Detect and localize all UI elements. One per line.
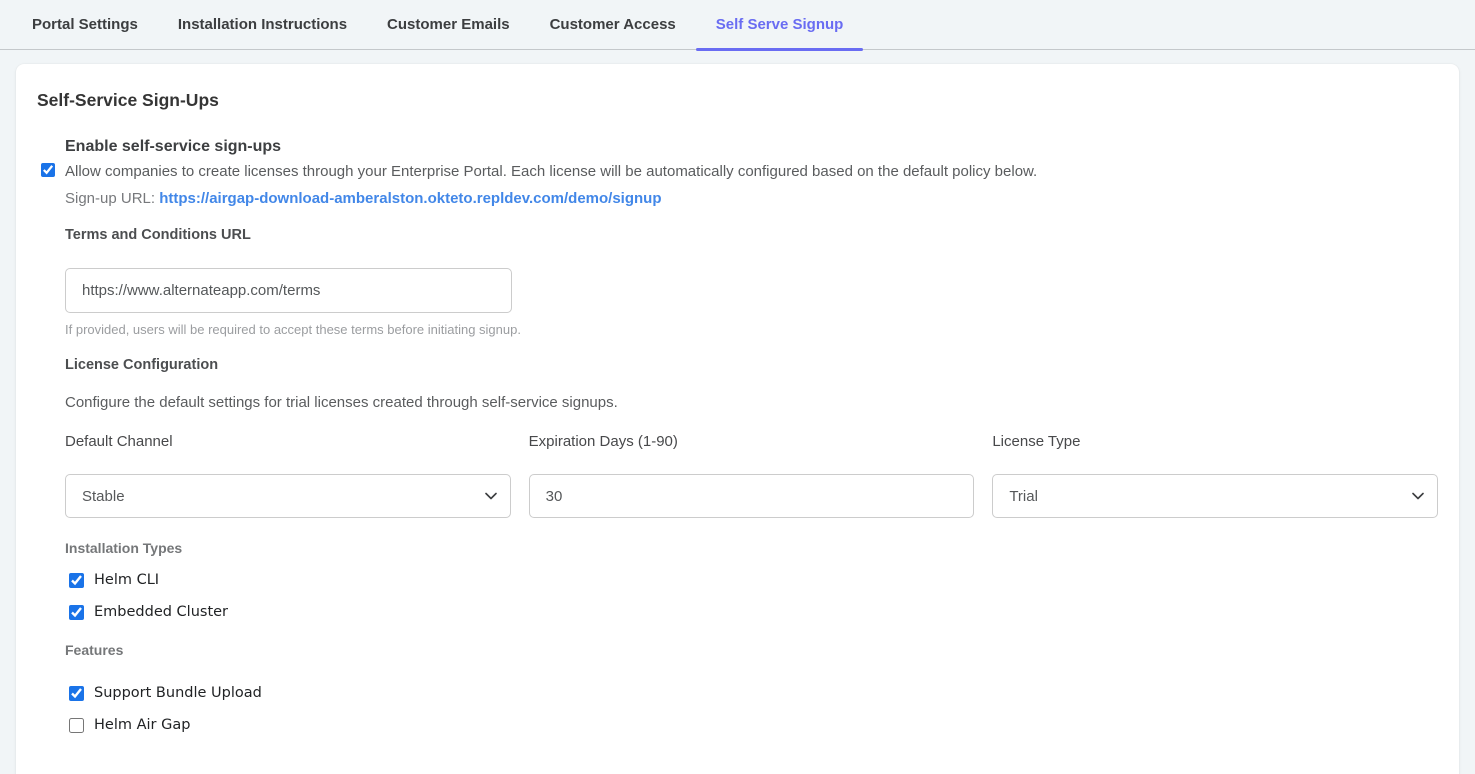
signup-url-link[interactable]: https://airgap-download-amberalston.okte… xyxy=(159,190,661,207)
installation-type-row: Embedded Cluster xyxy=(69,604,1438,620)
license-configuration-description: Configure the default settings for trial… xyxy=(65,394,1438,411)
support-bundle-upload-label[interactable]: Support Bundle Upload xyxy=(94,685,262,701)
tab-self-serve-signup[interactable]: Self Serve Signup xyxy=(696,0,864,49)
embedded-cluster-checkbox[interactable] xyxy=(69,605,84,620)
default-channel-label: Default Channel xyxy=(65,433,511,450)
expiration-days-input[interactable] xyxy=(529,474,975,518)
enable-signups-checkbox[interactable] xyxy=(41,163,55,177)
features-label: Features xyxy=(65,642,1438,658)
terms-url-helper-text: If provided, users will be required to a… xyxy=(65,322,1438,337)
signup-settings-section: Enable self-service sign-ups Allow compa… xyxy=(65,138,1438,733)
signup-url-label: Sign-up URL: xyxy=(65,190,155,207)
terms-url-input[interactable] xyxy=(65,268,512,313)
tab-customer-access[interactable]: Customer Access xyxy=(530,0,696,49)
helm-cli-label[interactable]: Helm CLI xyxy=(94,572,159,588)
tab-portal-settings[interactable]: Portal Settings xyxy=(12,0,158,49)
expiration-days-field: Expiration Days (1-90) xyxy=(529,433,975,518)
installation-types-label: Installation Types xyxy=(65,540,1438,556)
expiration-days-label: Expiration Days (1-90) xyxy=(529,433,975,450)
enable-signups-row: Allow companies to create licenses throu… xyxy=(65,162,1438,207)
license-type-label: License Type xyxy=(992,433,1438,450)
feature-row: Helm Air Gap xyxy=(69,717,1438,733)
license-type-field: License Type Trial xyxy=(992,433,1438,518)
tab-customer-emails[interactable]: Customer Emails xyxy=(367,0,530,49)
helm-air-gap-label[interactable]: Helm Air Gap xyxy=(94,717,190,733)
signup-url-line: Sign-up URL: https://airgap-download-amb… xyxy=(65,190,1438,207)
helm-cli-checkbox[interactable] xyxy=(69,573,84,588)
self-service-signups-card: Self-Service Sign-Ups Enable self-servic… xyxy=(16,64,1459,774)
feature-row: Support Bundle Upload xyxy=(69,685,1438,701)
license-type-select[interactable]: Trial xyxy=(992,474,1438,518)
license-fields-grid: Default Channel Stable Expiration Days (… xyxy=(65,433,1438,518)
support-bundle-upload-checkbox[interactable] xyxy=(69,686,84,701)
settings-tab-bar: Portal Settings Installation Instruction… xyxy=(0,0,1475,50)
enable-signups-heading: Enable self-service sign-ups xyxy=(65,138,1438,156)
license-configuration-heading: License Configuration xyxy=(65,357,1438,373)
default-channel-select[interactable]: Stable xyxy=(65,474,511,518)
helm-air-gap-checkbox[interactable] xyxy=(69,718,84,733)
embedded-cluster-label[interactable]: Embedded Cluster xyxy=(94,604,228,620)
page-title: Self-Service Sign-Ups xyxy=(37,90,1438,111)
installation-type-row: Helm CLI xyxy=(69,572,1438,588)
terms-url-label: Terms and Conditions URL xyxy=(65,227,1438,243)
enable-signups-description: Allow companies to create licenses throu… xyxy=(65,162,1438,182)
tab-installation-instructions[interactable]: Installation Instructions xyxy=(158,0,367,49)
default-channel-field: Default Channel Stable xyxy=(65,433,511,518)
